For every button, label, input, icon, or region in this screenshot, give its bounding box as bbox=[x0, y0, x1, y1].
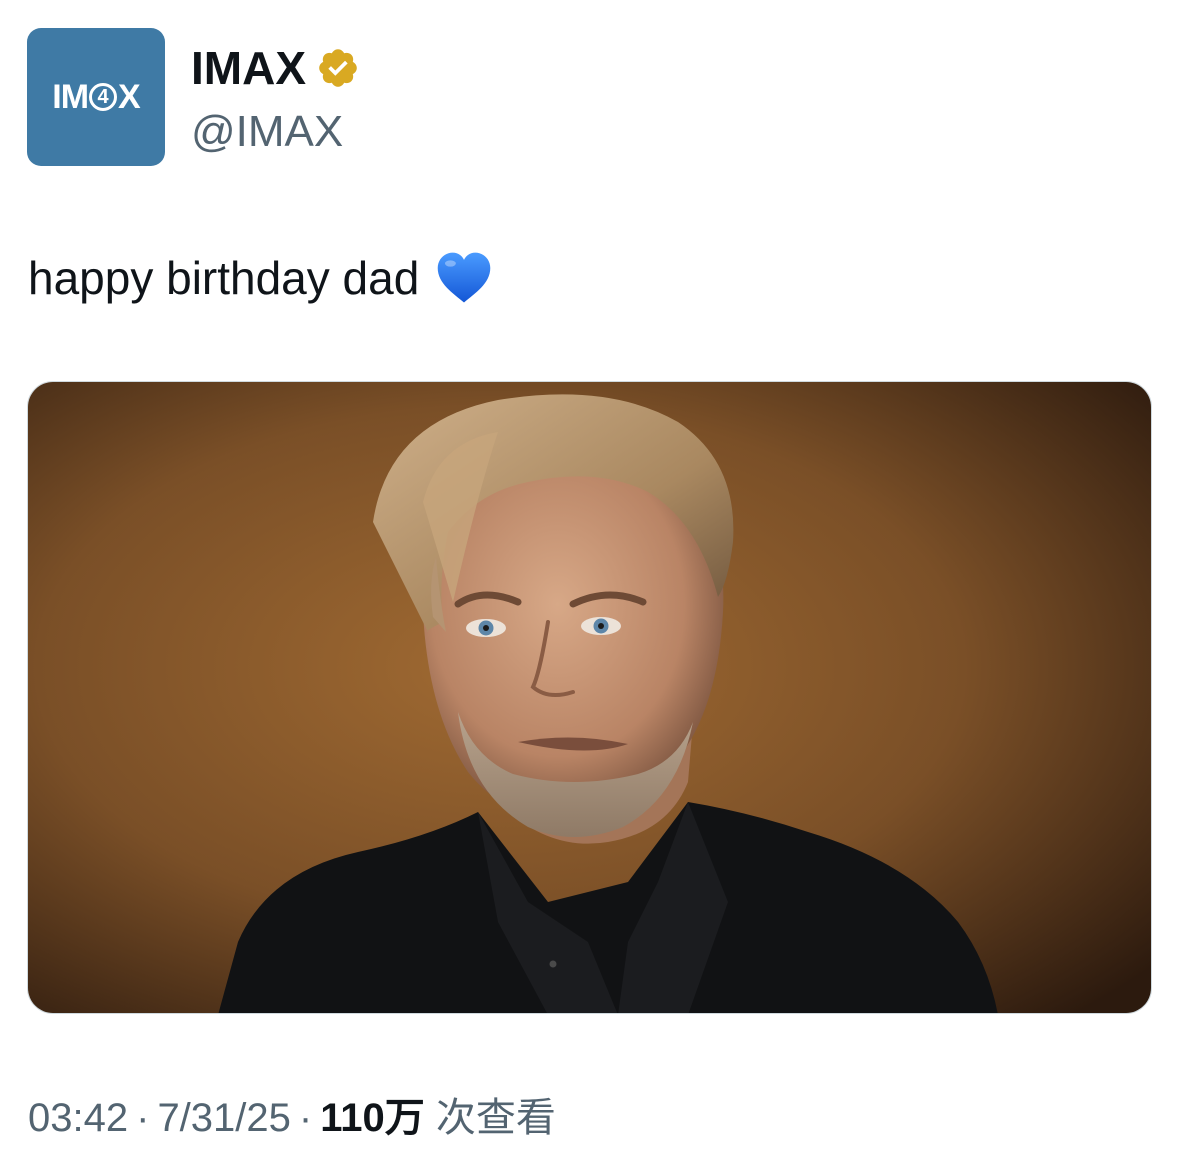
handle[interactable]: @IMAX bbox=[191, 102, 360, 162]
display-name-row: IMAX bbox=[191, 40, 360, 96]
separator: · bbox=[298, 1096, 313, 1140]
views-count[interactable]: 110万 bbox=[320, 1096, 425, 1140]
blue-heart-icon bbox=[438, 252, 491, 303]
separator: · bbox=[136, 1096, 150, 1140]
tweet-time[interactable]: 03:42 bbox=[28, 1096, 128, 1140]
logo-digit: 4 bbox=[89, 83, 118, 111]
avatar[interactable]: IM 4 X bbox=[27, 28, 165, 166]
portrait-photo bbox=[28, 382, 1151, 1013]
tweet-metadata: 03:42 · 7/31/25 · 110万 次查看 bbox=[28, 1090, 556, 1146]
tweet-media-photo[interactable] bbox=[27, 381, 1152, 1014]
logo-text-left: IM bbox=[52, 77, 89, 116]
tweet-date[interactable]: 7/31/25 bbox=[157, 1096, 290, 1140]
tweet-header: IM 4 X IMAX @IMAX bbox=[27, 28, 360, 168]
tweet-text-content: happy birthday dad bbox=[28, 252, 420, 304]
display-name[interactable]: IMAX bbox=[191, 40, 306, 96]
author-names: IMAX @IMAX bbox=[191, 40, 360, 162]
tweet-text: happy birthday dad bbox=[28, 246, 493, 310]
views-label[interactable]: 次查看 bbox=[436, 1096, 556, 1140]
logo-text-right: X bbox=[118, 77, 141, 116]
verified-badge-icon[interactable] bbox=[316, 46, 360, 90]
imax-logo: IM 4 X bbox=[52, 77, 141, 117]
